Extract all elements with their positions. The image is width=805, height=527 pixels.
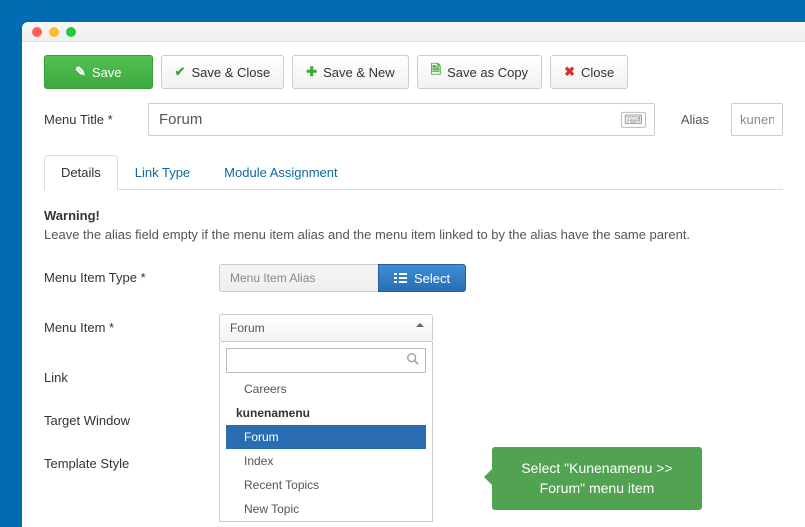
save-copy-label: Save as Copy — [447, 65, 528, 80]
target-window-label: Target Window — [44, 407, 219, 428]
combo-option[interactable]: Careers — [226, 377, 426, 401]
field-menu-item-type: Menu Item Type * Menu Item Alias Select — [44, 264, 783, 292]
menu-item-label: Menu Item * — [44, 314, 219, 335]
tab-details[interactable]: Details — [44, 155, 118, 190]
plus-icon: ✚ — [306, 64, 317, 80]
combo-search-input[interactable] — [226, 348, 426, 373]
window-close-dot[interactable] — [32, 27, 42, 37]
check-icon: ✔ — [175, 64, 186, 80]
close-icon: ✖ — [564, 64, 575, 80]
combo-option[interactable]: Index — [226, 449, 426, 473]
save-label: Save — [92, 65, 122, 80]
save-copy-button[interactable]: 🗎 Save as Copy — [417, 55, 542, 89]
hint-tooltip: Select "Kunenamenu >> Forum" menu item — [492, 447, 702, 510]
title-row: Menu Title * ⌨ Alias — [22, 99, 805, 144]
menu-item-type-value: Menu Item Alias — [219, 264, 379, 292]
menu-title-label: Menu Title * — [44, 112, 134, 127]
combo-option[interactable]: New Topic — [226, 497, 426, 519]
save-new-label: Save & New — [323, 65, 395, 80]
combo-option-list[interactable]: CareerskunenamenuForumIndexRecent Topics… — [226, 377, 426, 519]
select-type-button[interactable]: Select — [378, 264, 466, 292]
keyboard-icon: ⌨ — [621, 111, 646, 127]
combo-option[interactable]: Forum — [226, 425, 426, 449]
copy-icon: 🗎 — [431, 61, 441, 83]
action-toolbar: ✎ Save ✔ Save & Close ✚ Save & New 🗎 Sav… — [22, 42, 805, 99]
select-label: Select — [414, 271, 450, 286]
close-button[interactable]: ✖ Close — [550, 55, 628, 89]
tab-module-assignment[interactable]: Module Assignment — [207, 155, 354, 190]
save-new-button[interactable]: ✚ Save & New — [292, 55, 408, 89]
window-titlebar — [22, 22, 805, 42]
menu-item-type-label: Menu Item Type * — [44, 264, 219, 285]
save-close-label: Save & Close — [191, 65, 270, 80]
save-button[interactable]: ✎ Save — [44, 55, 153, 89]
warning-title: Warning! — [44, 208, 783, 223]
tab-link-type[interactable]: Link Type — [118, 155, 207, 190]
list-icon — [394, 273, 407, 283]
tabs: Details Link Type Module Assignment — [44, 154, 783, 190]
warning-text: Leave the alias field empty if the menu … — [44, 227, 783, 242]
window-min-dot[interactable] — [49, 27, 59, 37]
check-icon: ✎ — [75, 64, 86, 80]
app-window: ✎ Save ✔ Save & Close ✚ Save & New 🗎 Sav… — [22, 22, 805, 527]
combo-search — [226, 348, 426, 373]
combo-option: kunenamenu — [226, 401, 426, 425]
search-icon — [406, 352, 420, 369]
combo-option[interactable]: Recent Topics — [226, 473, 426, 497]
save-close-button[interactable]: ✔ Save & Close — [161, 55, 285, 89]
combo-dropdown: CareerskunenamenuForumIndexRecent Topics… — [219, 342, 433, 522]
close-label: Close — [581, 65, 614, 80]
tab-content: Warning! Leave the alias field empty if … — [22, 190, 805, 471]
window-max-dot[interactable] — [66, 27, 76, 37]
combo-selected[interactable]: Forum — [219, 314, 433, 342]
field-menu-item: Menu Item * Forum CareerskunenamenuForum… — [44, 314, 783, 342]
link-label: Link — [44, 364, 219, 385]
template-style-label: Template Style — [44, 450, 219, 471]
caret-up-icon — [416, 323, 424, 327]
alias-label: Alias — [681, 112, 709, 127]
menu-item-combo: Forum CareerskunenamenuForumIndexRecent … — [219, 314, 433, 342]
menu-title-input[interactable] — [148, 103, 655, 136]
alias-input[interactable] — [731, 103, 783, 136]
